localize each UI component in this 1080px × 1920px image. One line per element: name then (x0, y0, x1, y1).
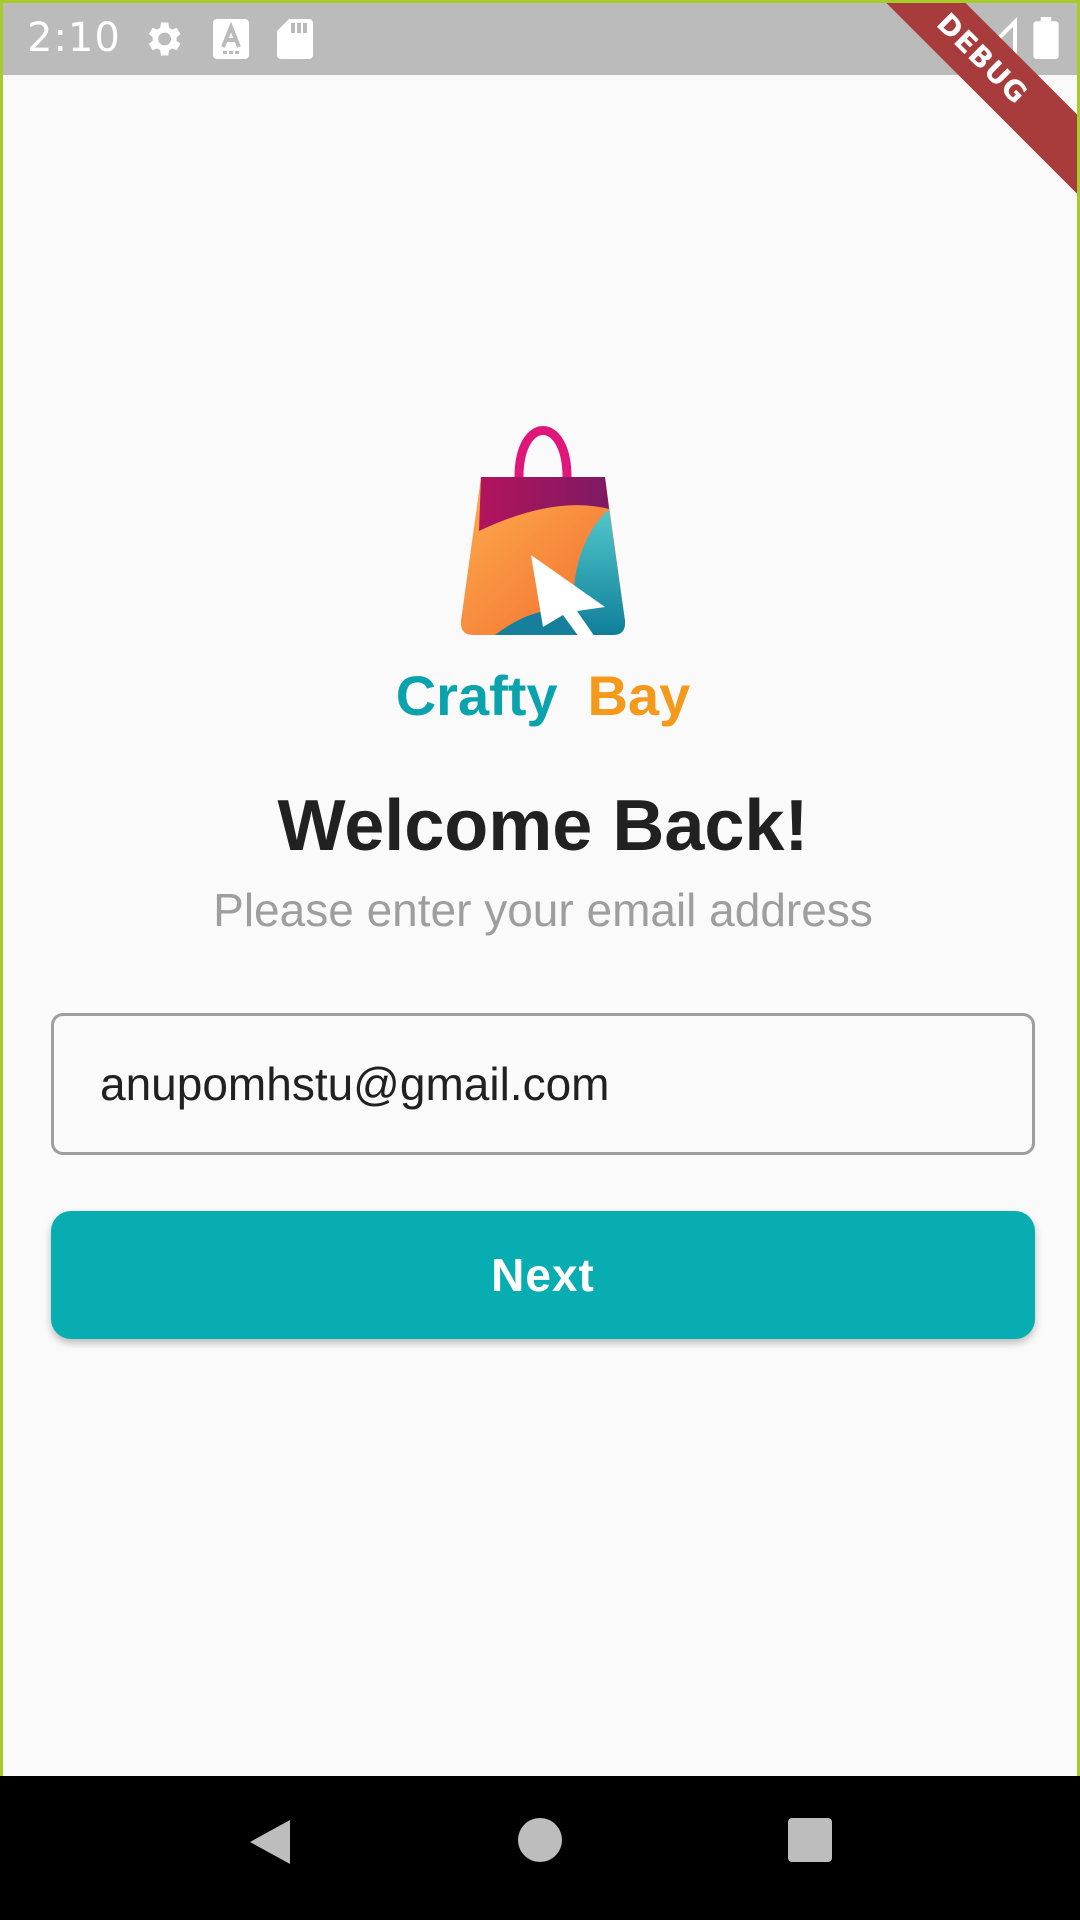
recents-icon[interactable] (786, 1816, 834, 1864)
battery-icon (1033, 17, 1059, 59)
brand-name-part2: Bay (587, 664, 691, 727)
navigation-bar (0, 1776, 1080, 1920)
shopping-bag-logo-icon (455, 421, 631, 637)
next-button[interactable]: Next (51, 1211, 1035, 1339)
app-screen: 2:10 DEBUG Crafty Bay Welcome Back! Plea… (0, 0, 1080, 1776)
brand-name-part1: Crafty (395, 664, 558, 727)
page-subtitle: Please enter your email address (213, 884, 873, 936)
sd-card-icon (277, 19, 313, 59)
a-icon (213, 19, 249, 59)
back-icon[interactable] (244, 1816, 294, 1868)
home-icon[interactable] (516, 1816, 564, 1864)
gear-icon (148, 22, 181, 56)
brand-name: Crafty Bay (3, 663, 1077, 728)
page-title: Welcome Back! (277, 786, 809, 866)
email-field[interactable] (51, 1013, 1035, 1155)
status-time: 2:10 (27, 15, 121, 61)
